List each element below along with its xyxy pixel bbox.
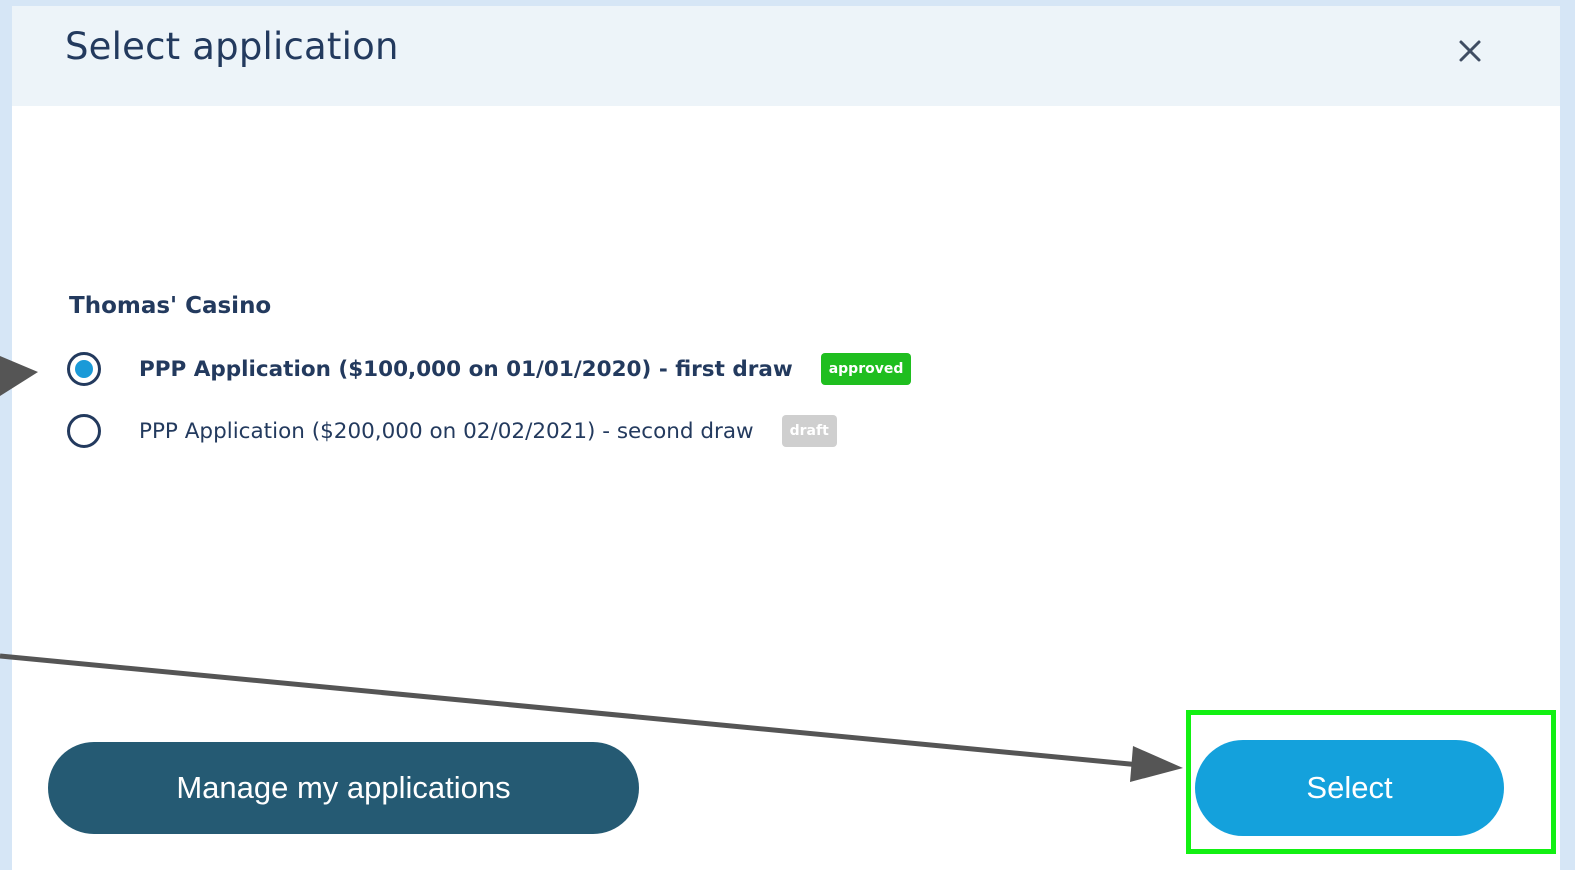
select-button[interactable]: Select [1195, 740, 1504, 836]
manage-applications-button[interactable]: Manage my applications [48, 742, 639, 834]
application-option-first-draw[interactable]: PPP Application ($100,000 on 01/01/2020)… [67, 349, 912, 389]
radio-selected[interactable] [67, 352, 101, 386]
business-name: Thomas' Casino [69, 293, 272, 319]
select-application-dialog: Select application Thomas' Casino PPP Ap… [12, 6, 1560, 870]
close-icon[interactable] [1455, 36, 1485, 66]
status-badge-approved: approved [820, 353, 912, 385]
application-option-second-draw[interactable]: PPP Application ($200,000 on 02/02/2021)… [67, 411, 837, 451]
application-label: PPP Application ($100,000 on 01/01/2020)… [139, 356, 793, 382]
dialog-title: Select application [65, 25, 399, 68]
radio-dot [75, 360, 93, 378]
application-label: PPP Application ($200,000 on 02/02/2021)… [139, 418, 754, 444]
dialog-header: Select application [12, 6, 1560, 106]
status-badge-draft: draft [781, 415, 837, 447]
radio-unselected[interactable] [67, 414, 101, 448]
